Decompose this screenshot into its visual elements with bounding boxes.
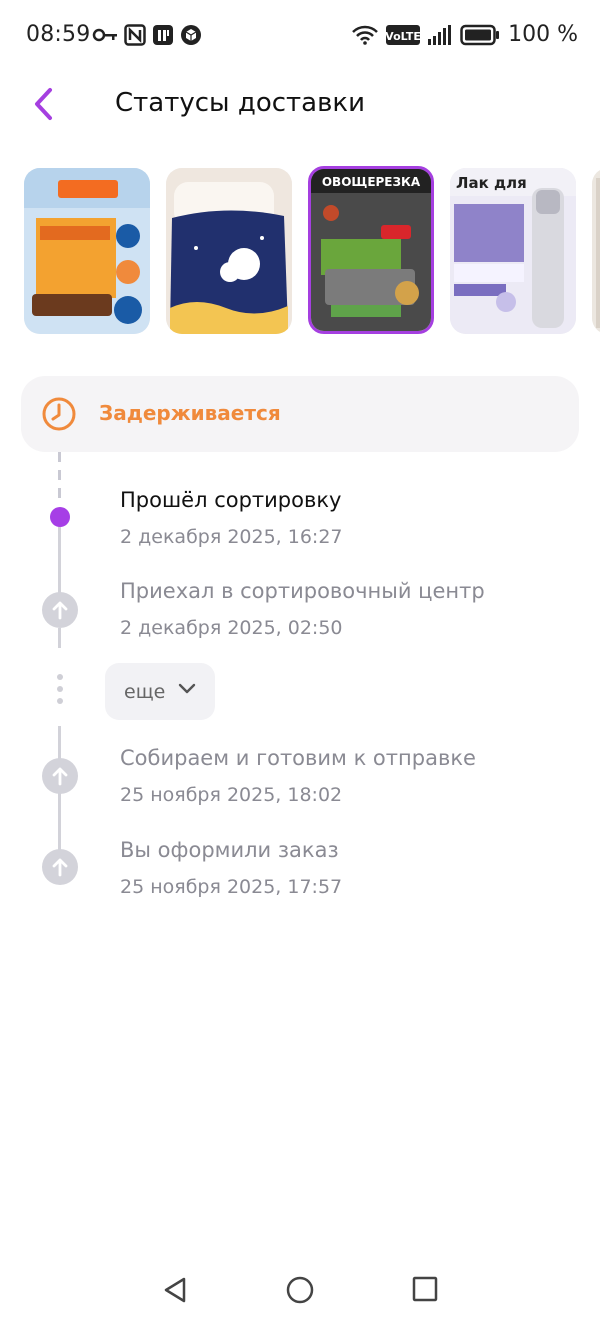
product-image: [592, 168, 600, 334]
timeline-line: [58, 726, 61, 760]
arrow-up-icon: [52, 767, 68, 786]
product-thumb-blanket[interactable]: [166, 168, 292, 334]
timeline-event-title: Приехал в сортировочный центр: [120, 579, 485, 603]
product-image: ОВОЩЕРЕЗКА: [311, 169, 431, 331]
recents-nav-icon[interactable]: [412, 1276, 438, 1302]
key-icon: [92, 28, 117, 42]
delivery-status-card: Задерживается: [21, 376, 579, 452]
wifi-icon: [352, 25, 378, 45]
timeline-line: [58, 628, 61, 648]
product-thumb-qvinto[interactable]: [24, 168, 150, 334]
timeline-step-circle: [42, 758, 78, 794]
product-thumb-hairspray[interactable]: Лак для: [450, 168, 576, 334]
timeline-event-title: Собираем и готовим к отправке: [120, 746, 476, 770]
app-header: Статусы доставки: [0, 70, 600, 140]
back-button[interactable]: [30, 86, 60, 122]
product-image: [24, 168, 150, 334]
status-right-icons: VoLTE 100 %: [352, 22, 578, 47]
timeline-step-circle: [42, 592, 78, 628]
system-nav-bar: [0, 1250, 600, 1323]
timeline-dash: [58, 488, 61, 498]
timeline-ellipsis-dot: [57, 674, 63, 680]
svg-text:ОВОЩЕРЕЗКА: ОВОЩЕРЕЗКА: [322, 175, 421, 189]
status-left-icons: [92, 24, 202, 46]
timeline-event-date: 2 декабря 2025, 16:27: [120, 526, 343, 548]
svg-text:Лак для: Лак для: [456, 174, 527, 192]
signal-icon: [428, 24, 452, 45]
timeline-dash: [58, 452, 61, 462]
timeline-event-title: Вы оформили заказ: [120, 838, 339, 862]
status-time: 08:59: [26, 22, 91, 47]
timeline-dash: [58, 470, 61, 480]
box-icon: [181, 25, 201, 45]
delivery-status-label: Задерживается: [99, 401, 281, 425]
timeline-event-date: 25 ноября 2025, 18:02: [120, 784, 343, 806]
nfc-icon: [124, 24, 146, 46]
chevron-left-icon: [35, 88, 52, 120]
show-more-button[interactable]: еще: [105, 663, 215, 720]
timeline-ellipsis-dot: [57, 686, 63, 692]
product-image: Лак для: [450, 168, 576, 334]
show-more-label: еще: [124, 681, 166, 703]
timeline-event-date: 2 декабря 2025, 02:50: [120, 617, 343, 639]
timeline-event-title: Прошёл сортировку: [120, 488, 342, 512]
timeline-event-date: 25 ноября 2025, 17:57: [120, 876, 343, 898]
page-title: Статусы доставки: [115, 88, 366, 118]
arrow-up-icon: [52, 601, 68, 620]
timeline-line: [58, 527, 61, 593]
product-image: [166, 168, 292, 334]
chevron-down-icon: [178, 683, 196, 694]
volte-label: VoLTE: [386, 30, 420, 43]
clock-icon: [42, 397, 76, 431]
battery-percent: 100 %: [508, 22, 578, 47]
product-thumbnails: ОВОЩЕРЕЗКА Лак для: [24, 166, 600, 340]
battery-icon: [460, 24, 500, 45]
arrow-up-icon: [52, 858, 68, 877]
timeline-ellipsis-dot: [57, 698, 63, 704]
product-thumb-slicer[interactable]: ОВОЩЕРЕЗКА: [308, 166, 434, 334]
volte-icon: VoLTE: [386, 24, 421, 45]
timeline-active-dot: [50, 507, 70, 527]
product-thumb-more[interactable]: [592, 168, 600, 334]
status-bar: 08:59 VoLTE 100 %: [0, 0, 600, 70]
app-icon: [153, 25, 173, 45]
timeline-step-circle: [42, 849, 78, 885]
back-nav-icon[interactable]: [162, 1276, 188, 1304]
home-nav-icon[interactable]: [286, 1276, 314, 1304]
timeline-line: [58, 792, 61, 852]
